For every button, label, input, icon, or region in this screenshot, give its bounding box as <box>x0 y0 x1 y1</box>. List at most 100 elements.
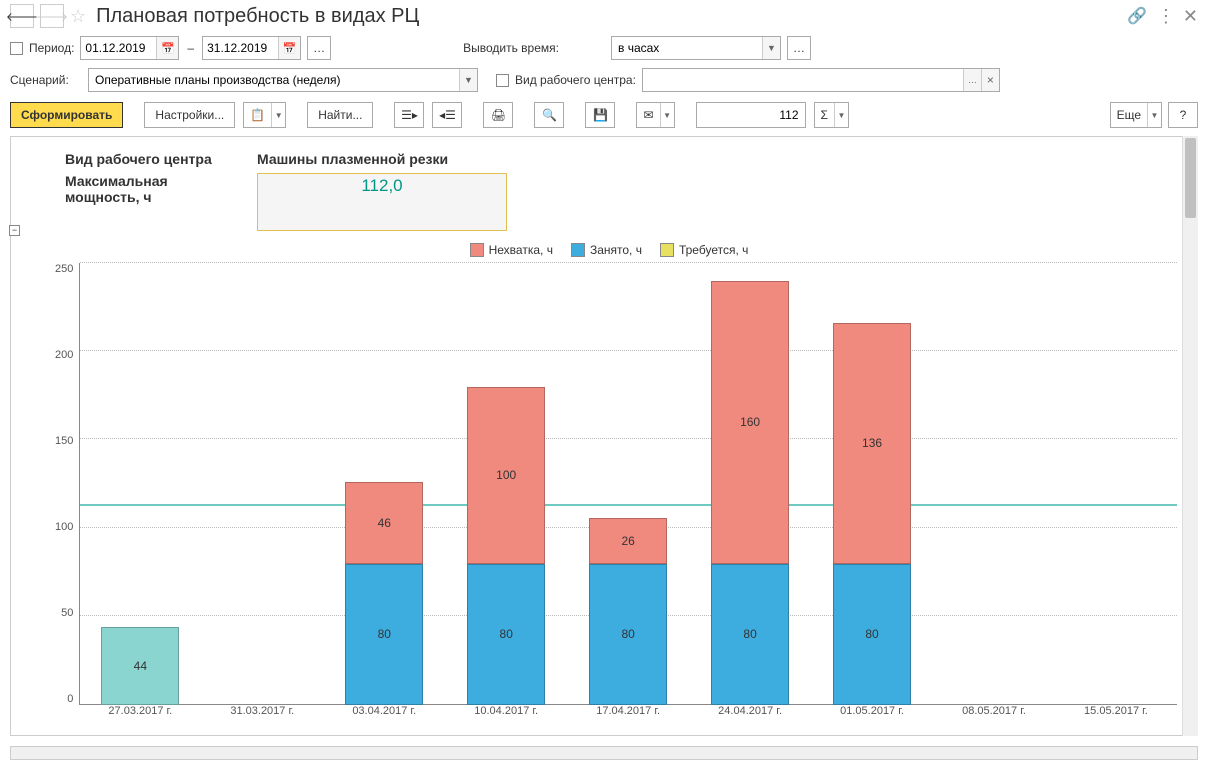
scenario-select[interactable]: ▼ <box>88 68 478 92</box>
dropdown-icon[interactable]: ▼ <box>459 69 477 91</box>
bar-segment[interactable]: 160 <box>711 281 789 564</box>
time-more-button[interactable]: … <box>787 36 811 60</box>
time-unit-input[interactable] <box>612 41 762 55</box>
bar-slot <box>201 263 323 705</box>
bar-slot: 80100 <box>445 263 567 705</box>
settings-button[interactable]: Настройки... <box>144 102 235 128</box>
dropdown-icon[interactable]: ▼ <box>762 37 780 59</box>
title-bar: 🡐 🡒 ☆ Плановая потребность в видах РЦ 🔗 … <box>0 0 1208 32</box>
bar-segment[interactable]: 80 <box>345 564 423 705</box>
bar-segment[interactable]: 80 <box>711 564 789 705</box>
bar-segment[interactable]: 44 <box>101 627 179 705</box>
outline-toggle[interactable]: − <box>9 225 20 236</box>
chevron-down-icon[interactable]: ▼ <box>834 103 848 127</box>
bar-segment[interactable]: 26 <box>589 518 667 564</box>
y-axis: 250200150100500 <box>55 263 79 725</box>
bar-segment[interactable]: 80 <box>467 564 545 705</box>
wc-type-label: Вид рабочего центра: <box>515 73 636 87</box>
generate-button[interactable]: Сформировать <box>10 102 123 128</box>
more-vertical-icon[interactable]: ⋮ <box>1157 6 1173 27</box>
wc-type-checkbox[interactable] <box>496 74 509 87</box>
bar-segment[interactable]: 80 <box>589 564 667 705</box>
chart: 250200150100500 448046801008026801608013… <box>55 263 1177 725</box>
help-button[interactable]: ? <box>1168 102 1198 128</box>
floppy-icon: 💾 <box>593 108 608 122</box>
filter-row-1: Период: 📅 – 📅 … Выводить время: ▼ … <box>0 32 1208 64</box>
bar-slot: 80160 <box>689 263 811 705</box>
nav-forward-button[interactable]: 🡒 <box>40 4 64 28</box>
sum-input[interactable] <box>696 102 806 128</box>
wc-type-header-value: Машины плазменной резки <box>249 149 1175 169</box>
printer-icon: 🖨 <box>491 108 506 122</box>
scenario-label: Сценарий: <box>10 73 82 87</box>
period-checkbox[interactable] <box>10 42 23 55</box>
x-tick-label: 17.04.2017 г. <box>567 705 689 725</box>
horizontal-scrollbar[interactable] <box>10 746 1198 760</box>
bar-slot: 8026 <box>567 263 689 705</box>
bar-segment[interactable]: 80 <box>833 564 911 705</box>
date-to-input[interactable] <box>203 41 278 55</box>
open-icon[interactable]: … <box>963 69 981 91</box>
nav-back-button[interactable]: 🡐 <box>10 4 34 28</box>
wc-type-input[interactable] <box>643 73 963 87</box>
link-icon[interactable]: 🔗 <box>1127 6 1147 26</box>
date-to-field[interactable]: 📅 <box>202 36 301 60</box>
collapse-button[interactable]: ◂☰ <box>432 102 462 128</box>
expand-icon: ☰▸ <box>401 108 418 122</box>
x-tick-label: 01.05.2017 г. <box>811 705 933 725</box>
chart-legend: Нехватка, чЗанято, чТребуется, ч <box>41 243 1177 257</box>
vertical-scrollbar[interactable] <box>1182 136 1198 736</box>
x-tick-label: 24.04.2017 г. <box>689 705 811 725</box>
legend-item: Занято, ч <box>571 243 642 257</box>
paste-icon: 📋 <box>244 103 271 127</box>
more-button[interactable]: Еще ▼ <box>1110 102 1162 128</box>
toolbar: Сформировать Настройки... 📋 ▼ Найти... ☰… <box>0 96 1208 134</box>
bar-slot <box>933 263 1055 705</box>
bar-segment[interactable]: 100 <box>467 387 545 564</box>
preview-button[interactable]: 🔍 <box>534 102 564 128</box>
chevron-down-icon[interactable]: ▼ <box>660 103 674 127</box>
bar-slot: 80136 <box>811 263 933 705</box>
x-tick-label: 15.05.2017 г. <box>1055 705 1177 725</box>
chevron-down-icon[interactable]: ▼ <box>1147 103 1161 127</box>
clear-icon[interactable]: × <box>981 69 999 91</box>
variants-button[interactable]: 📋 ▼ <box>243 102 286 128</box>
legend-item: Требуется, ч <box>660 243 748 257</box>
wc-type-select[interactable]: … × <box>642 68 1000 92</box>
time-unit-select[interactable]: ▼ <box>611 36 781 60</box>
capacity-label: Максимальная мощность, ч <box>57 171 247 233</box>
report-canvas: − Вид рабочего центра Машины плазменной … <box>10 136 1198 736</box>
date-from-input[interactable] <box>81 41 156 55</box>
bar-slot: 44 <box>79 263 201 705</box>
chevron-down-icon[interactable]: ▼ <box>271 103 285 127</box>
x-tick-label: 31.03.2017 г. <box>201 705 323 725</box>
sigma-icon: Σ <box>815 103 834 127</box>
scenario-input[interactable] <box>89 73 459 87</box>
time-label: Выводить время: <box>463 41 559 55</box>
envelope-icon: ✉ <box>637 103 659 127</box>
find-button[interactable]: Найти... <box>307 102 373 128</box>
calendar-icon[interactable]: 📅 <box>278 37 300 59</box>
x-tick-label: 27.03.2017 г. <box>79 705 201 725</box>
close-icon[interactable]: ✕ <box>1183 6 1198 27</box>
period-label: Период: <box>29 41 74 55</box>
capacity-value: 112,0 <box>257 173 507 231</box>
mail-button[interactable]: ✉ ▼ <box>636 102 674 128</box>
bar-slot <box>1055 263 1177 705</box>
plot-area: 4480468010080268016080136 27.03.2017 г.3… <box>79 263 1177 725</box>
print-button[interactable]: 🖨 <box>483 102 513 128</box>
expand-button[interactable]: ☰▸ <box>394 102 424 128</box>
date-from-field[interactable]: 📅 <box>80 36 179 60</box>
page-title: Плановая потребность в видах РЦ <box>96 5 419 28</box>
save-button[interactable]: 💾 <box>585 102 615 128</box>
filter-row-2: Сценарий: ▼ Вид рабочего центра: … × <box>0 64 1208 96</box>
period-picker-button[interactable]: … <box>307 36 331 60</box>
bar-segment[interactable]: 136 <box>833 323 911 563</box>
x-axis: 27.03.2017 г.31.03.2017 г.03.04.2017 г.1… <box>79 705 1177 725</box>
sigma-button[interactable]: Σ ▼ <box>814 102 849 128</box>
calendar-icon[interactable]: 📅 <box>156 37 178 59</box>
report-header-table: Вид рабочего центра Машины плазменной ре… <box>55 147 1177 235</box>
bar-segment[interactable]: 46 <box>345 482 423 563</box>
favorite-star-icon[interactable]: ☆ <box>70 6 86 27</box>
bar-slot: 8046 <box>323 263 445 705</box>
